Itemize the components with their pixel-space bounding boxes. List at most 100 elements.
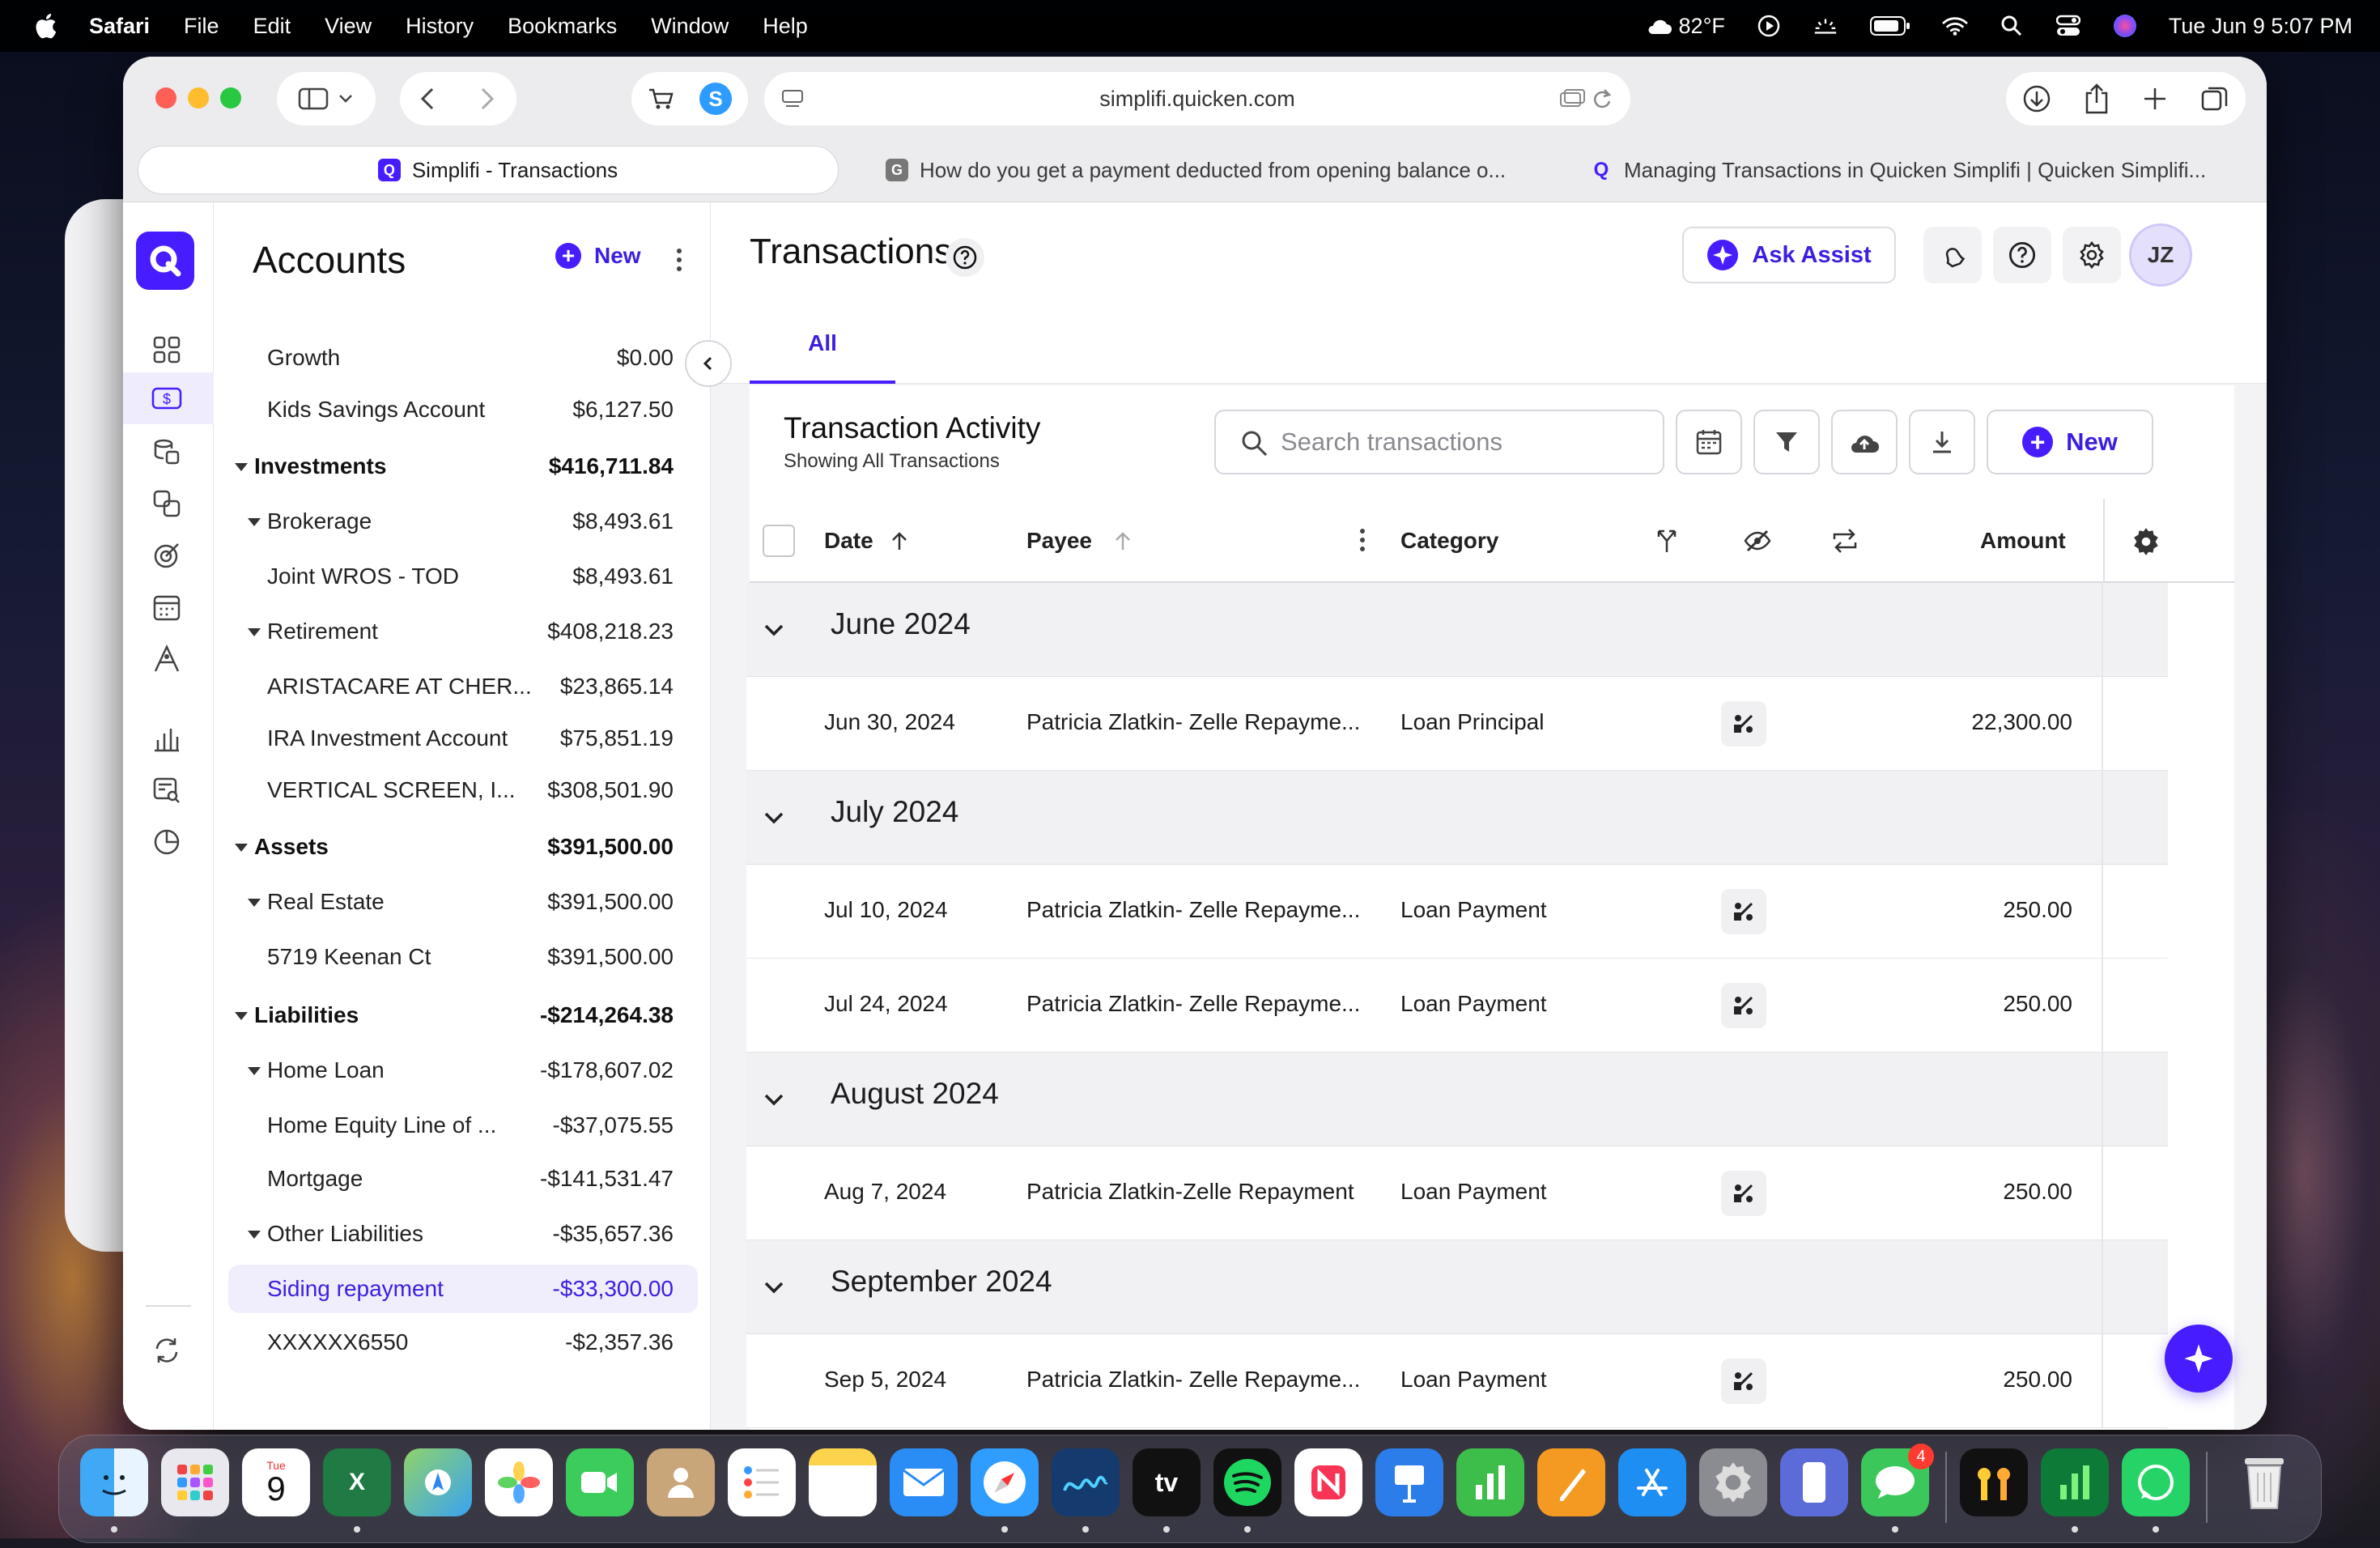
extensions-group[interactable]: S — [631, 72, 748, 125]
reminders-icon[interactable] — [728, 1448, 796, 1516]
filter-button[interactable] — [1753, 410, 1820, 474]
month-group-header[interactable]: July 2024 — [746, 771, 2168, 865]
excel-icon[interactable]: X — [323, 1448, 391, 1516]
notes-icon[interactable] — [809, 1448, 877, 1516]
sync-icon[interactable] — [151, 1334, 183, 1367]
account-row[interactable]: Kids Savings Account $6,127.50 — [228, 385, 698, 434]
iphone-mirroring-icon[interactable] — [1780, 1448, 1848, 1516]
trash-icon[interactable] — [2230, 1448, 2298, 1516]
net-worth-icon[interactable] — [151, 826, 183, 858]
account-row[interactable]: Brokerage $8,493.61 — [228, 497, 698, 546]
tax-review-icon[interactable] — [151, 774, 183, 806]
chevron-down-icon[interactable] — [761, 1087, 787, 1112]
tab-overview-icon[interactable] — [2200, 84, 2229, 113]
caret-down-icon[interactable] — [248, 899, 261, 907]
brightness-icon[interactable] — [1813, 13, 1838, 39]
control-center-icon[interactable] — [2055, 13, 2081, 39]
loan-tag-icon[interactable] — [1721, 701, 1766, 746]
new-tab-icon[interactable] — [2142, 86, 2168, 112]
system-settings-icon[interactable] — [1699, 1448, 1767, 1516]
menu-view[interactable]: View — [325, 14, 372, 39]
spotlight-search-icon[interactable] — [1999, 13, 2025, 39]
menu-file[interactable]: File — [184, 14, 219, 39]
url-text[interactable]: simplifi.quicken.com — [1099, 87, 1295, 112]
column-date[interactable]: Date — [824, 499, 909, 583]
upload-button[interactable] — [1831, 410, 1898, 474]
siri-icon[interactable] — [2112, 13, 2138, 39]
caret-down-icon[interactable] — [235, 1012, 248, 1020]
transaction-category[interactable]: Loan Payment — [1400, 897, 1547, 923]
loan-tag-icon[interactable] — [1721, 1359, 1766, 1404]
investing-icon[interactable] — [151, 643, 183, 675]
table-settings-gear-icon[interactable] — [2131, 526, 2161, 557]
help-button[interactable] — [1993, 227, 2051, 283]
new-account-button[interactable]: + New — [555, 243, 641, 269]
safari-icon[interactable] — [971, 1448, 1039, 1516]
menu-bookmarks[interactable]: Bookmarks — [508, 14, 617, 39]
calendar-app-icon[interactable]: Tue 9 — [242, 1448, 310, 1516]
contacts-icon[interactable] — [647, 1448, 715, 1516]
repeat-icon[interactable] — [1831, 528, 1859, 554]
transaction-category[interactable]: Loan Payment — [1400, 991, 1547, 1017]
caret-down-icon[interactable] — [248, 628, 261, 636]
reports-icon[interactable] — [151, 722, 183, 755]
browser-tab[interactable]: G How do you get a payment deducted from… — [866, 146, 1562, 194]
settings-button[interactable] — [2063, 227, 2121, 283]
account-row[interactable]: Assets $391,500.00 — [228, 823, 698, 871]
weather-status[interactable]: 82°F — [1645, 14, 1725, 39]
transaction-category[interactable]: Loan Principal — [1400, 709, 1544, 735]
caret-down-icon[interactable] — [248, 518, 261, 526]
caret-down-icon[interactable] — [248, 1067, 261, 1075]
account-row[interactable]: Other Liabilities -$35,657.36 — [228, 1210, 698, 1258]
apple-icon[interactable] — [32, 12, 58, 40]
keychain-icon[interactable] — [1960, 1448, 2028, 1516]
help-icon[interactable] — [946, 238, 984, 277]
account-row[interactable]: Home Loan -$178,607.02 — [228, 1046, 698, 1095]
eye-slash-icon[interactable] — [1744, 529, 1771, 552]
account-row[interactable]: XXXXXX6550 -$2,357.36 — [228, 1318, 698, 1367]
column-category[interactable]: Category — [1400, 499, 1498, 583]
account-row[interactable]: Real Estate $391,500.00 — [228, 878, 698, 926]
caret-down-icon[interactable] — [235, 844, 248, 852]
date-filter-button[interactable] — [1676, 410, 1742, 474]
month-group-header[interactable]: June 2024 — [746, 583, 2168, 677]
pages-icon[interactable] — [1537, 1448, 1605, 1516]
freeform-icon[interactable] — [1052, 1448, 1120, 1516]
transaction-row[interactable]: Sep 5, 2024 Patricia Zlatkin- Zelle Repay… — [746, 1334, 2168, 1428]
close-window-button[interactable] — [155, 87, 176, 108]
wifi-icon[interactable] — [1942, 13, 1968, 39]
app-store-icon[interactable] — [1618, 1448, 1686, 1516]
menu-help[interactable]: Help — [763, 14, 808, 39]
month-group-header[interactable]: September 2024 — [746, 1240, 2168, 1334]
column-amount[interactable]: Amount — [1980, 499, 2066, 583]
maps-icon[interactable] — [404, 1448, 472, 1516]
download-button[interactable] — [1909, 410, 1975, 474]
browser-tab-active[interactable]: Q Simplifi - Transactions — [138, 146, 839, 194]
messages-icon[interactable]: 4 — [1861, 1444, 1934, 1516]
assist-fab-button[interactable] — [2165, 1325, 2233, 1393]
account-row[interactable]: Investments $416,711.84 — [228, 442, 698, 491]
search-input[interactable]: Search transactions — [1214, 410, 1664, 474]
select-all-checkbox[interactable] — [763, 525, 795, 557]
browser-tab[interactable]: Q Managing Transactions in Quicken Simpl… — [1570, 146, 2267, 194]
transaction-category[interactable]: Loan Payment — [1400, 1179, 1547, 1205]
transaction-row[interactable]: Jul 10, 2024 Patricia Zlatkin- Zelle Repa… — [746, 865, 2168, 959]
share-icon[interactable] — [2084, 83, 2110, 114]
menubar-clock[interactable]: Tue Jun 9 5:07 PM — [2169, 14, 2352, 39]
numbers-file-icon[interactable] — [2041, 1448, 2109, 1516]
s-extension-icon[interactable]: S — [699, 83, 732, 115]
transaction-row[interactable]: Jul 24, 2024 Patricia Zlatkin- Zelle Repa… — [746, 959, 2168, 1053]
caret-down-icon[interactable] — [235, 463, 248, 471]
apple-tv-icon[interactable]: tv — [1133, 1448, 1201, 1516]
finder-icon[interactable] — [80, 1448, 148, 1516]
caret-down-icon[interactable] — [248, 1231, 261, 1239]
transaction-row[interactable]: Aug 7, 2024 Patricia Zlatkin-Zelle Repaym… — [746, 1146, 2168, 1240]
keynote-icon[interactable] — [1375, 1448, 1443, 1516]
month-group-header[interactable]: August 2024 — [746, 1053, 2168, 1146]
account-row[interactable]: Joint WROS - TOD $8,493.61 — [228, 552, 698, 601]
chevron-down-icon[interactable] — [761, 1274, 787, 1300]
address-bar[interactable]: simplifi.quicken.com — [764, 72, 1630, 125]
numbers-icon[interactable] — [1456, 1448, 1524, 1516]
launchpad-icon[interactable] — [161, 1448, 229, 1516]
account-row[interactable]: Home Equity Line of ... -$37,075.55 — [228, 1101, 698, 1150]
